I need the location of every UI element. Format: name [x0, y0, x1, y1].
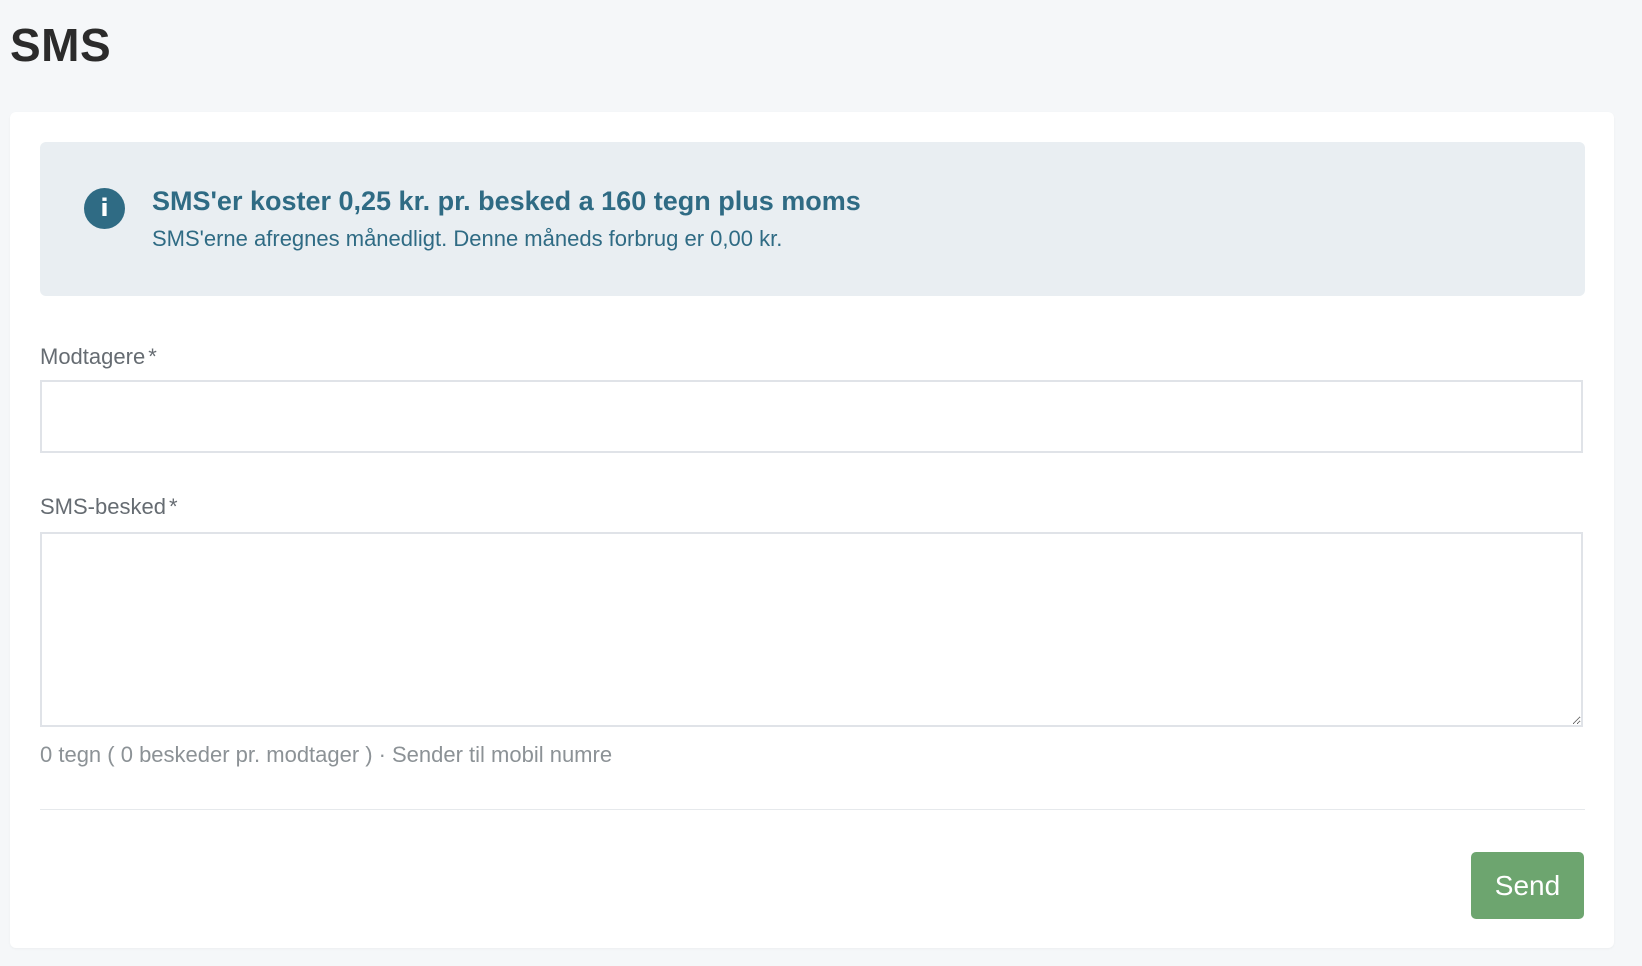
required-marker: * [168, 494, 178, 519]
page-title: SMS [10, 19, 112, 71]
send-button[interactable]: Send [1471, 852, 1584, 919]
required-marker: * [148, 344, 157, 369]
send-target-note: Sender til mobil numre [391, 742, 613, 767]
message-label: SMS-besked * [40, 494, 178, 520]
character-counter: 0 tegn ( 0 beskeder pr. modtager ) · Sende… [40, 742, 612, 768]
message-textarea[interactable] [40, 532, 1583, 727]
recipients-label: Modtagere * [40, 344, 157, 370]
info-alert: i SMS'er koster 0,25 kr. pr. besked a 16… [40, 142, 1585, 296]
recipients-label-text: Modtagere [40, 344, 146, 369]
sms-form-card: i SMS'er koster 0,25 kr. pr. besked a 16… [10, 112, 1614, 948]
recipients-input[interactable] [40, 380, 1583, 453]
info-title: SMS'er koster 0,25 kr. pr. besked a 160 … [152, 186, 861, 216]
character-count-text: 0 tegn ( 0 beskeder pr. modtager ) [40, 742, 373, 767]
info-icon: i [84, 188, 125, 229]
info-text: SMS'erne afregnes månedligt. Denne måned… [152, 226, 783, 251]
divider [40, 809, 1585, 810]
message-label-text: SMS-besked [40, 494, 166, 519]
counter-separator: · [378, 742, 386, 767]
